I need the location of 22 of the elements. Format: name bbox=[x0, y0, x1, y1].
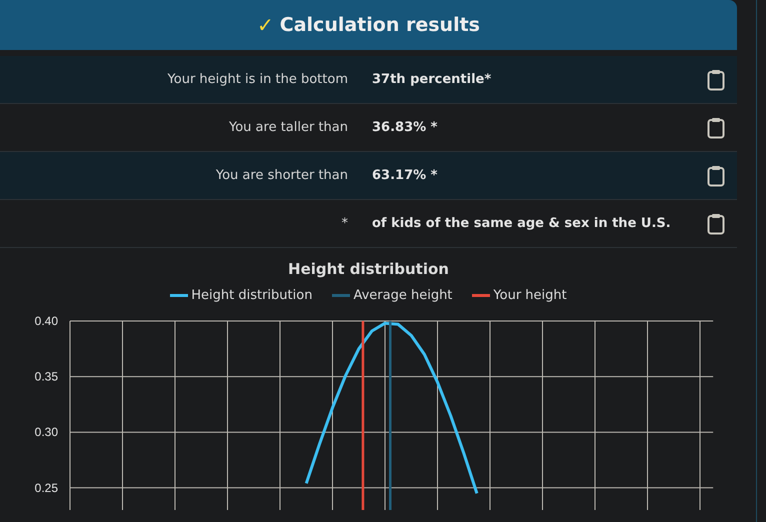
result-value: of kids of the same age & sex in the U.S. bbox=[372, 216, 672, 231]
legend-label[interactable]: Your height bbox=[493, 288, 567, 303]
result-value: 63.17% * bbox=[372, 168, 438, 183]
chart-title: Height distribution bbox=[287, 260, 450, 278]
y-tick-label: 0.25 bbox=[34, 480, 58, 495]
y-tick-label: 0.40 bbox=[34, 314, 58, 328]
check-icon: ✓ bbox=[257, 13, 274, 37]
clipboard-icon[interactable] bbox=[707, 212, 725, 234]
legend-label[interactable]: Average height bbox=[353, 288, 452, 303]
legend-label[interactable]: Height distribution bbox=[191, 288, 312, 303]
clipboard-icon[interactable] bbox=[707, 68, 725, 90]
y-tick-label: 0.30 bbox=[34, 425, 58, 440]
result-label: * bbox=[340, 216, 348, 231]
result-label: You are shorter than bbox=[214, 168, 348, 183]
header-title: Calculation results bbox=[280, 14, 480, 36]
y-tick-label: 0.35 bbox=[34, 370, 58, 384]
result-value: 36.83% * bbox=[372, 120, 438, 135]
clipboard-icon[interactable] bbox=[707, 116, 725, 138]
result-label: Your height is in the bottom bbox=[166, 72, 348, 87]
clipboard-icon[interactable] bbox=[707, 164, 725, 186]
result-label: You are taller than bbox=[228, 120, 348, 135]
result-value: 37th percentile* bbox=[372, 72, 492, 87]
